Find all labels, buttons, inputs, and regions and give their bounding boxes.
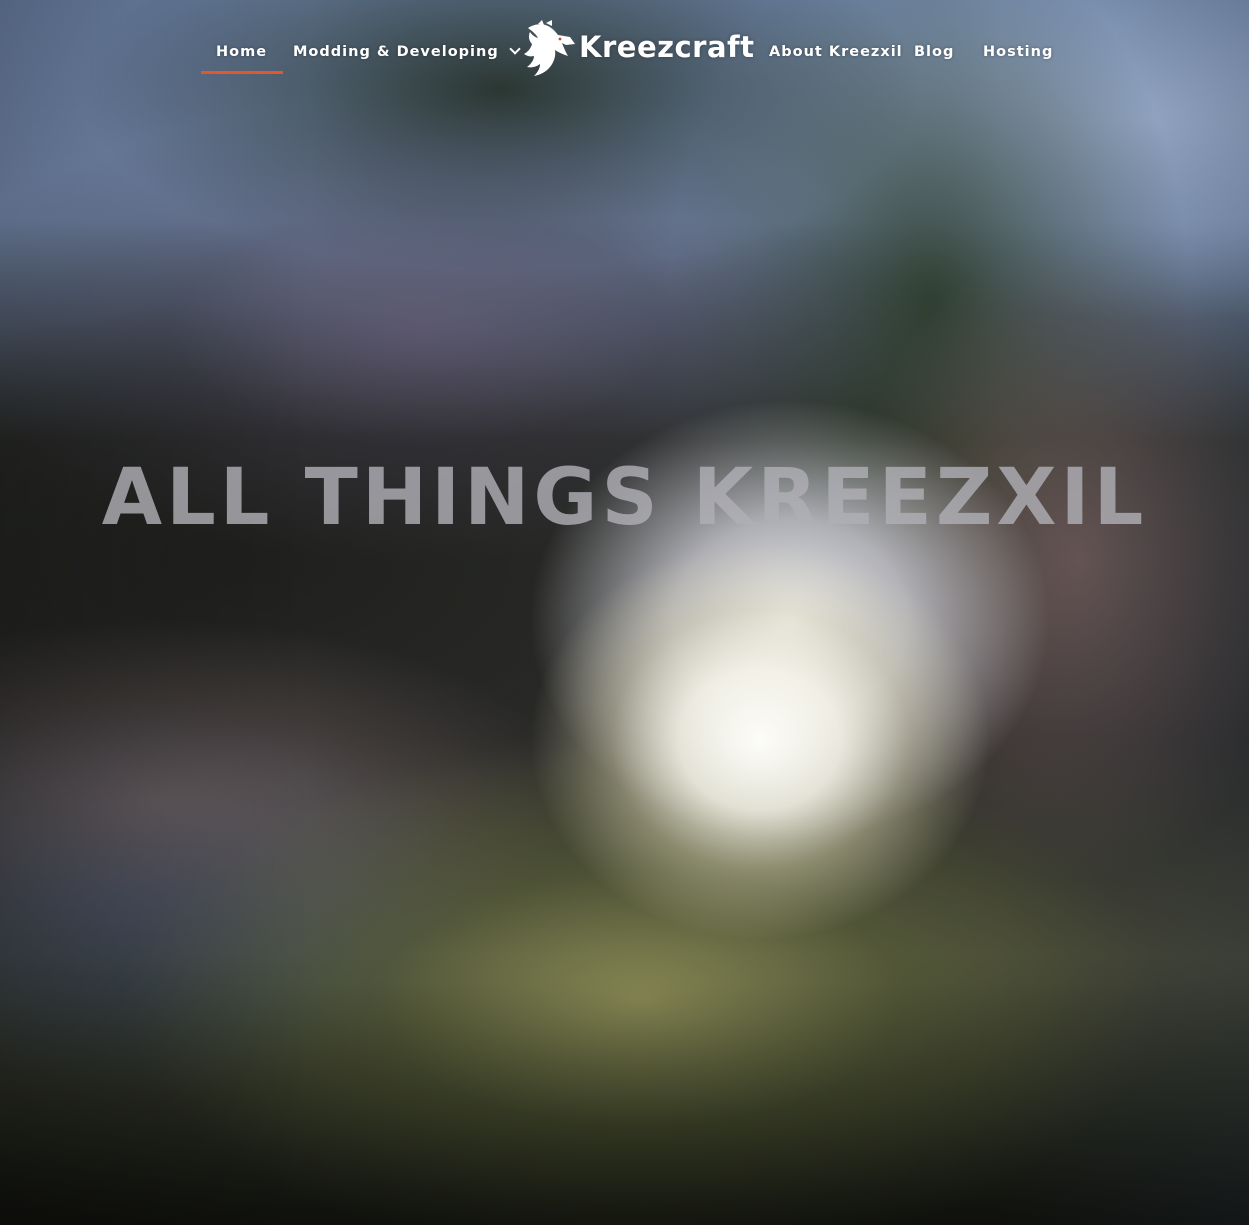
hero-headline: ALL THINGS KREEZXIL	[101, 453, 1148, 543]
nav-item-blog[interactable]: Blog	[914, 44, 954, 60]
dragon-head-icon	[524, 20, 575, 76]
nav-item-about-kreezxil[interactable]: About Kreezxil	[769, 44, 903, 60]
chevron-down-icon	[509, 43, 521, 55]
nav-item-modding-developing[interactable]: Modding & Developing	[293, 43, 521, 60]
nav-item-home[interactable]: Home	[200, 44, 284, 74]
hero-section: Home Modding & Developing Kreezcraft Abo…	[0, 0, 1249, 1225]
brand-name: Kreezcraft	[579, 30, 755, 64]
nav-item-modding-developing-label: Modding & Developing	[293, 44, 499, 60]
nav-item-hosting[interactable]: Hosting	[983, 44, 1053, 60]
main-navigation: Home Modding & Developing Kreezcraft Abo…	[0, 0, 1249, 106]
hero-background-image	[0, 0, 1249, 1225]
brand-logo-link[interactable]: Kreezcraft	[522, 20, 755, 78]
